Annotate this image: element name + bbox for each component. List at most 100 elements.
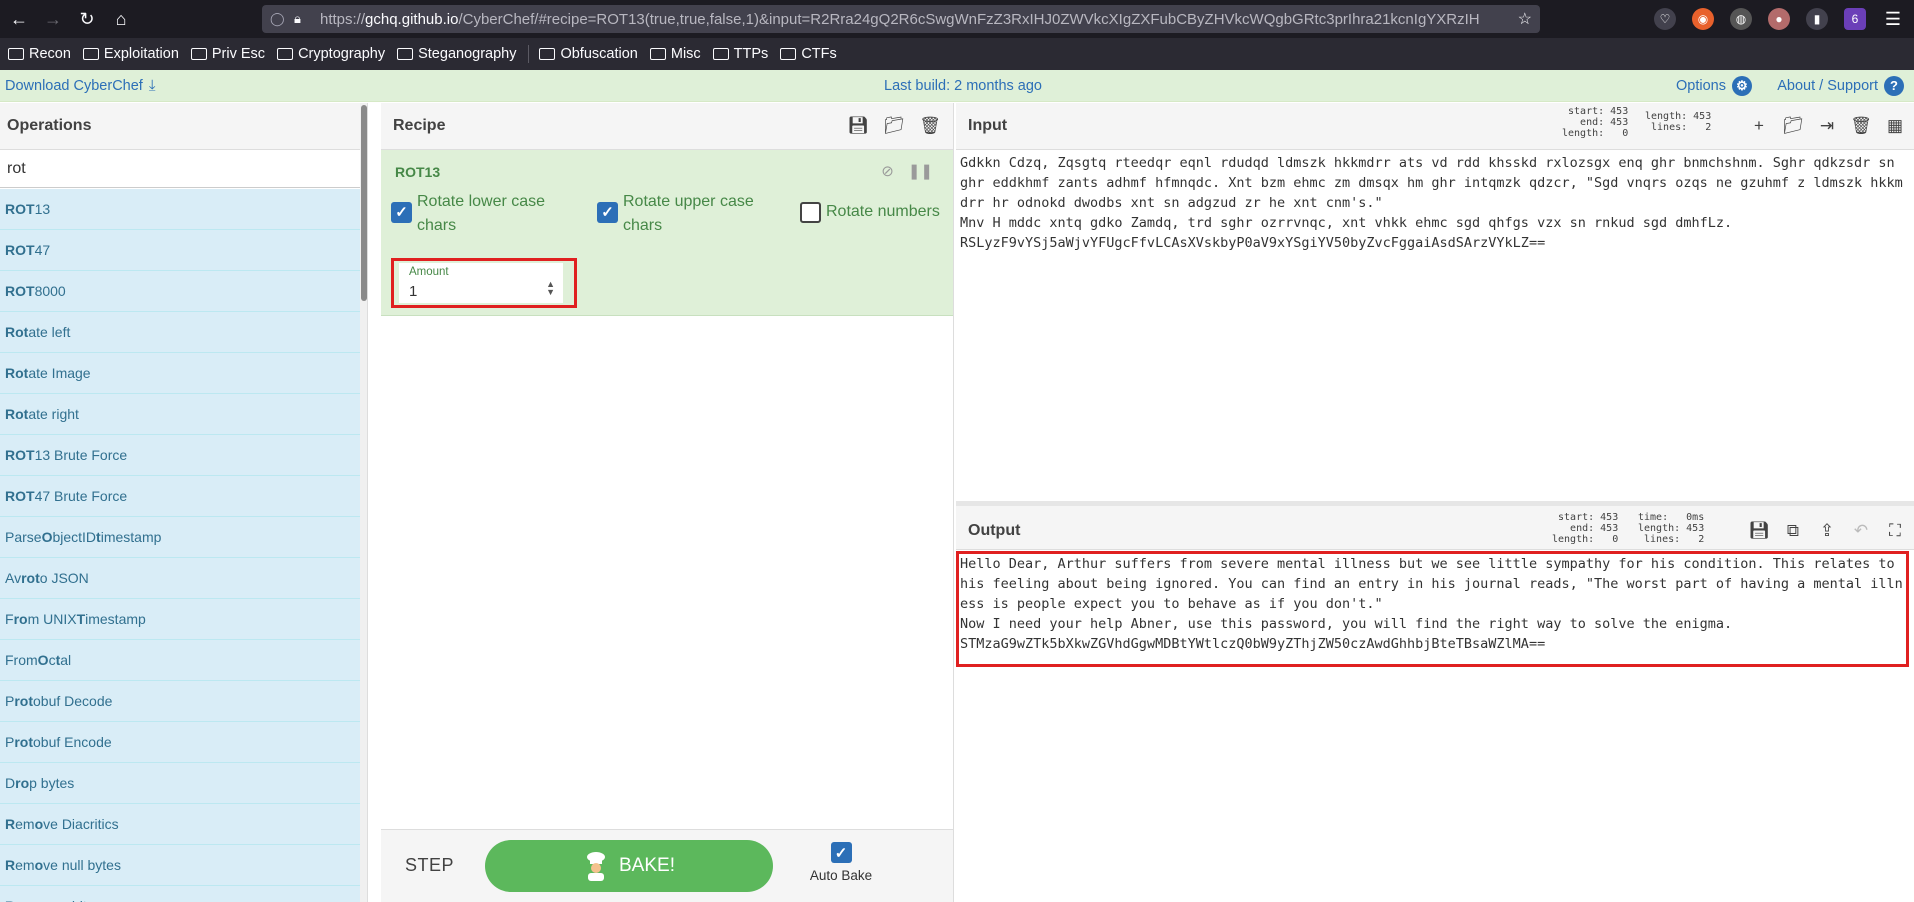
operation-item[interactable]: Pro t obuf Decode xyxy=(0,681,364,722)
amount-input[interactable]: 1 xyxy=(409,283,417,300)
match-highlight: ro xyxy=(21,570,36,586)
about-support-button[interactable]: About / Support ? xyxy=(1777,75,1904,96)
bookmark-obfuscation[interactable]: Obfuscation xyxy=(539,46,638,62)
menu-icon[interactable]: ☰ xyxy=(1882,8,1904,30)
rotate-upper-option[interactable]: ✓ Rotate upper case chars xyxy=(597,190,767,238)
pause-icon[interactable]: ❚❚ xyxy=(908,162,933,180)
amount-field[interactable]: Amount 1 ▲ ▼ xyxy=(399,263,563,303)
operation-item[interactable]: Rem o ve null bytes xyxy=(0,845,364,886)
url-bar[interactable]: ◯ 🔒︎ https://gchq.github.io/CyberChef/#r… xyxy=(262,5,1540,33)
output-panel: Output start: 453 end: 453 length: 0 tim… xyxy=(956,506,1914,902)
operation-label: imestamp xyxy=(100,529,162,545)
operation-item[interactable]: From Oc t al xyxy=(0,640,364,681)
bookmark-priv-esc[interactable]: Priv Esc xyxy=(190,46,265,62)
checkbox-checked[interactable]: ✓ xyxy=(391,202,412,223)
operation-label: D xyxy=(5,775,16,791)
operation-item[interactable]: Fro m UNIX Timestamp xyxy=(0,599,364,640)
add-tab-icon[interactable]: + xyxy=(1748,115,1770,137)
operation-label: bjectID xyxy=(52,529,97,545)
input-title: Input xyxy=(968,117,1008,134)
checkbox-checked[interactable]: ✓ xyxy=(597,202,618,223)
operation-item[interactable]: Rot ate Image xyxy=(0,353,364,394)
operation-label: em xyxy=(15,898,34,902)
clear-input-icon[interactable]: 🗑︎ xyxy=(1850,115,1872,137)
operation-item[interactable]: ROT 47 Brute Force xyxy=(0,476,364,517)
input-textarea[interactable]: Gdkkn Cdzq, Zqsgtq rteedqr eqnl rdudqd l… xyxy=(960,153,1910,253)
disable-icon[interactable]: ⊘ xyxy=(881,162,894,180)
forward-icon[interactable]: → xyxy=(38,4,68,34)
open-folder-icon[interactable]: 📁︎ xyxy=(1782,115,1804,137)
options-button[interactable]: Options ⚙ xyxy=(1676,75,1752,96)
output-text[interactable]: Hello Dear, Arthur suffers from severe m… xyxy=(960,554,1906,654)
operation-item[interactable]: Rot ate right xyxy=(0,394,364,435)
bookmark-ttps[interactable]: TTPs xyxy=(712,46,768,62)
replace-input-icon[interactable]: ⇪ xyxy=(1816,520,1838,542)
reload-icon[interactable]: ↻ xyxy=(72,4,102,34)
trash-icon[interactable]: 🗑︎ xyxy=(919,115,941,137)
home-icon[interactable]: ⌂ xyxy=(106,4,136,34)
match-highlight: o xyxy=(34,816,44,832)
open-file-icon[interactable]: ⇥ xyxy=(1816,115,1838,137)
operation-item[interactable]: ROT 47 xyxy=(0,230,364,271)
operation-label: obuf Encode xyxy=(33,734,112,750)
match-highlight: ro xyxy=(14,734,29,750)
profile-extension-icon[interactable]: ● xyxy=(1768,8,1790,30)
lock-icon: 🔒︎ xyxy=(294,11,301,26)
bookmark-recon[interactable]: Recon xyxy=(8,46,71,62)
operation-item[interactable]: Av ro to JSON xyxy=(0,558,364,599)
operation-item[interactable]: Rot ate left xyxy=(0,312,364,353)
operation-item[interactable]: ROT 13 xyxy=(0,189,364,230)
undo-icon[interactable]: ↶ xyxy=(1850,520,1872,542)
operation-item[interactable]: Dro p bytes xyxy=(0,763,364,804)
browser-toolbar: ← → ↻ ⌂ ◯ 🔒︎ https://gchq.github.io/Cybe… xyxy=(0,0,1914,38)
match-highlight: T xyxy=(76,611,86,627)
autobake-toggle[interactable]: ✓ Auto Bake xyxy=(801,842,881,883)
operation-item[interactable]: Rem o ve Diacritics xyxy=(0,804,364,845)
match-highlight: R xyxy=(5,898,15,902)
operation-item[interactable]: Parse ObjectID t imestamp xyxy=(0,517,364,558)
bookmark-steganography[interactable]: Steganography xyxy=(397,46,516,62)
operation-item[interactable]: ROT 8000 xyxy=(0,271,364,312)
amount-spinner-icon[interactable]: ▲ ▼ xyxy=(546,280,555,297)
bookmark-ctfs[interactable]: CTFs xyxy=(780,46,837,62)
amount-highlight-box: Amount 1 ▲ ▼ xyxy=(391,258,577,308)
match-highlight: o xyxy=(35,898,44,902)
bookmark-misc[interactable]: Misc xyxy=(649,46,701,62)
pocket-icon[interactable]: ♡ xyxy=(1654,8,1676,30)
option-label: Rotate numbers xyxy=(826,203,940,220)
cookie-extension-icon[interactable]: ◍ xyxy=(1730,8,1752,30)
bookmarks-toolbar: Recon Exploitation Priv Esc Cryptography… xyxy=(0,38,1914,70)
back-icon[interactable]: ← xyxy=(4,4,34,34)
checkbox-unchecked[interactable] xyxy=(800,202,821,223)
input-stats-left: start: 453 end: 453 length: 0 xyxy=(1562,106,1629,139)
bake-button[interactable]: BAKE! xyxy=(485,840,773,892)
extension-badge-icon[interactable]: 6 xyxy=(1844,8,1866,30)
operations-scrollbar[interactable] xyxy=(360,103,367,902)
operation-item[interactable]: Pro t obuf Encode xyxy=(0,722,364,763)
bookmark-cryptography[interactable]: Cryptography xyxy=(277,46,385,62)
scrollbar-thumb[interactable] xyxy=(361,105,367,301)
match-highlight: Rot xyxy=(5,365,29,381)
operations-search-input[interactable]: rot xyxy=(0,150,367,188)
library-icon[interactable]: ▮ xyxy=(1806,8,1828,30)
bookmark-exploitation[interactable]: Exploitation xyxy=(82,46,179,62)
input-stats-right: length: 453 lines: 2 xyxy=(1645,111,1712,133)
maximize-icon[interactable]: ⛶ xyxy=(1884,520,1906,542)
operation-item[interactable]: ROT 13 Brute Force xyxy=(0,435,364,476)
bookmark-star-icon[interactable]: ☆ xyxy=(1518,9,1532,29)
download-cyberchef-link[interactable]: Download CyberChef ⤓ xyxy=(5,77,155,94)
extension-icons: ♡ ◉ ◍ ● ▮ 6 ☰ xyxy=(1654,8,1904,30)
rotate-numbers-option[interactable]: Rotate numbers xyxy=(800,190,950,224)
fox-extension-icon[interactable]: ◉ xyxy=(1692,8,1714,30)
bake-label: BAKE! xyxy=(619,855,675,876)
folder-icon xyxy=(8,48,24,60)
rotate-lower-option[interactable]: ✓ Rotate lower case chars xyxy=(391,190,561,238)
step-button[interactable]: STEP xyxy=(405,855,454,876)
checkbox-checked[interactable]: ✓ xyxy=(830,842,852,863)
copy-icon[interactable]: ⧉ xyxy=(1782,520,1804,542)
save-icon[interactable]: 💾︎ xyxy=(847,115,869,137)
operation-item[interactable]: Remove whitespace xyxy=(0,886,364,902)
save-output-icon[interactable]: 💾︎ xyxy=(1748,520,1770,542)
folder-open-icon[interactable]: 📁︎ xyxy=(883,115,905,137)
layout-icon[interactable]: ▦ xyxy=(1884,115,1906,137)
